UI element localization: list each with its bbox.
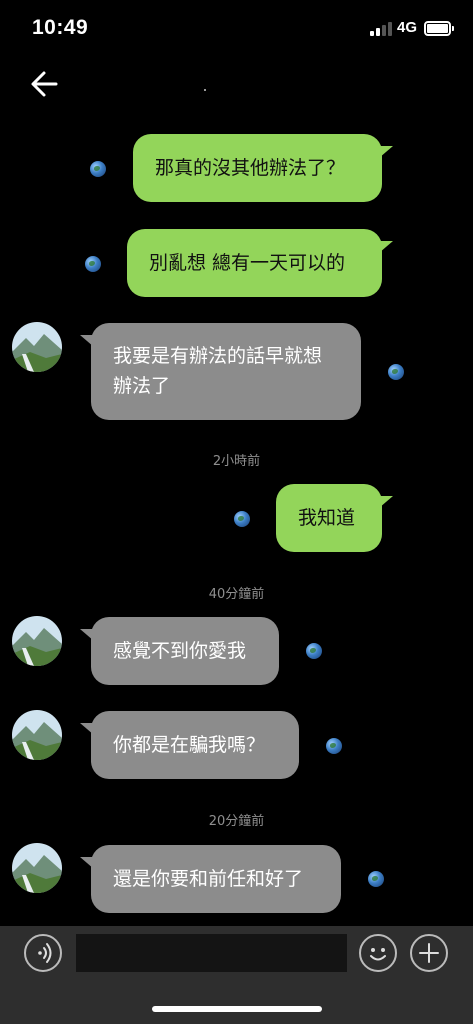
- read-status-icon: [388, 364, 404, 380]
- battery-icon: [424, 21, 454, 36]
- bubble-tail: [379, 146, 393, 158]
- bubble-tail: [379, 496, 393, 508]
- message-text: 還是你要和前任和好了: [113, 868, 304, 890]
- message-text: 我要是有辦法的話早就想 辦法了: [113, 345, 323, 397]
- message-bubble-incoming[interactable]: 你都是在騙我嗎？: [91, 711, 299, 779]
- message-bubble-outgoing[interactable]: 別亂想 總有一天可以的: [127, 229, 382, 297]
- read-status-icon: [234, 511, 250, 527]
- avatar-image: [12, 710, 62, 760]
- message-bubble-outgoing[interactable]: 那真的沒其他辦法了？: [133, 134, 382, 202]
- arrow-left-icon: [31, 71, 58, 97]
- read-status-icon: [326, 738, 342, 754]
- message-bubble-outgoing[interactable]: 我知道: [276, 484, 382, 552]
- read-status-icon: [85, 256, 101, 272]
- emoji-button[interactable]: [359, 934, 397, 972]
- avatar-image: [12, 616, 62, 666]
- message-text: 我知道: [298, 507, 356, 529]
- timestamp: 40分鐘前: [208, 587, 265, 602]
- message-input[interactable]: [76, 934, 347, 972]
- timestamp: 20分鐘前: [208, 814, 265, 829]
- contact-avatar[interactable]: [12, 322, 62, 372]
- voice-icon: [38, 943, 52, 963]
- plus-icon: [419, 943, 439, 963]
- contact-avatar[interactable]: [12, 843, 62, 893]
- bubble-tail: [379, 241, 393, 253]
- network-type: 4G: [397, 19, 418, 36]
- signal-strength-icon: [370, 22, 392, 36]
- emoji-icon: [370, 948, 386, 961]
- status-time: 10:49: [32, 16, 89, 39]
- read-status-icon: [90, 161, 106, 177]
- message-text: 你都是在騙我嗎？: [113, 734, 266, 756]
- message-bubble-incoming[interactable]: 感覺不到你愛我: [91, 617, 279, 685]
- chat-title: [204, 89, 206, 91]
- status-bar: 10:49 4G: [0, 0, 473, 56]
- back-button[interactable]: [26, 66, 66, 102]
- home-indicator: [152, 1006, 322, 1012]
- timestamp: 2小時前: [212, 454, 261, 469]
- plus-button[interactable]: [410, 934, 448, 972]
- read-status-icon: [368, 871, 384, 887]
- contact-avatar[interactable]: [12, 616, 62, 666]
- message-text: 別亂想 總有一天可以的: [149, 252, 346, 274]
- voice-button[interactable]: [24, 934, 62, 972]
- read-status-icon: [306, 643, 322, 659]
- message-bubble-incoming[interactable]: 還是你要和前任和好了: [91, 845, 341, 913]
- contact-avatar[interactable]: [12, 710, 62, 760]
- message-text: 感覺不到你愛我: [113, 640, 247, 662]
- avatar-image: [12, 843, 62, 893]
- message-bubble-incoming[interactable]: 我要是有辦法的話早就想 辦法了: [91, 323, 361, 420]
- avatar-image: [12, 322, 62, 372]
- message-text: 那真的沒其他辦法了？: [155, 157, 346, 179]
